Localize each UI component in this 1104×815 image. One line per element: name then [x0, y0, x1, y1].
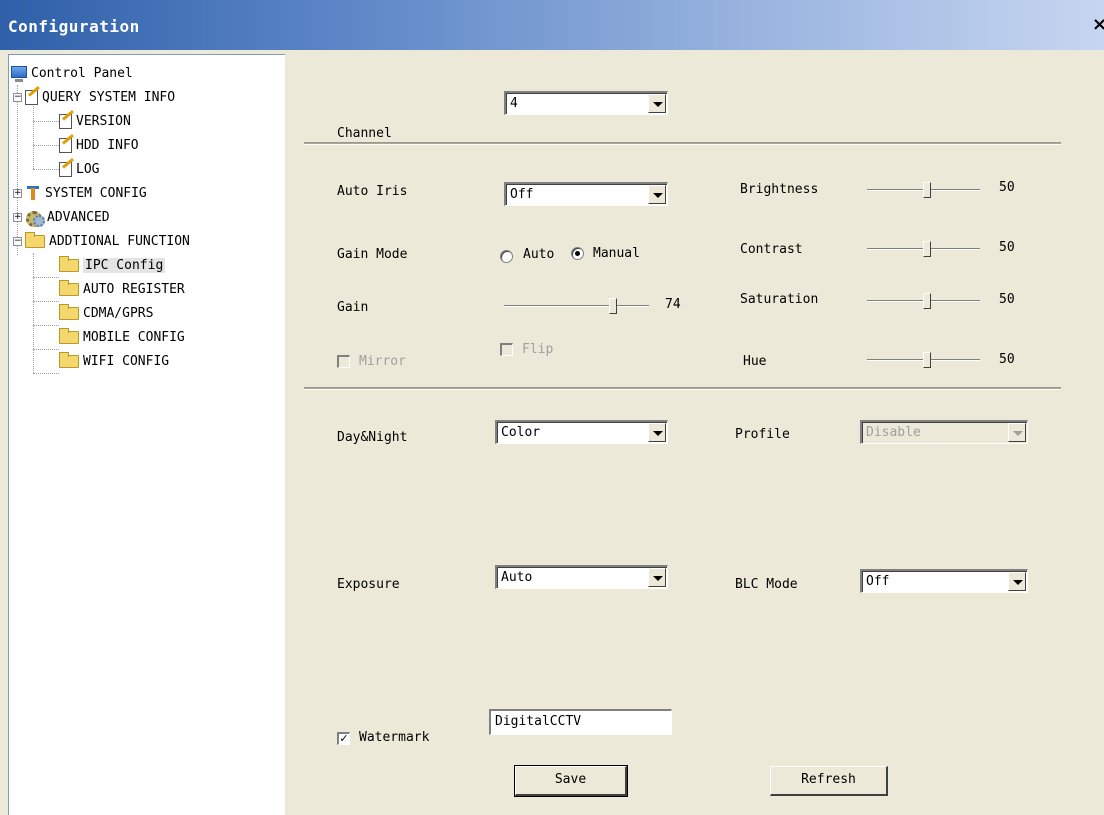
folder-icon [25, 231, 45, 248]
day-night-label: Day&Night [337, 430, 408, 445]
slider-thumb[interactable] [923, 352, 931, 368]
save-button[interactable]: Save [514, 765, 628, 797]
title-bar: Configuration × [0, 0, 1104, 50]
contrast-slider[interactable] [867, 238, 980, 258]
tree-item-query-system-info[interactable]: QUERY SYSTEM INFO [25, 85, 175, 109]
close-icon[interactable]: × [1092, 16, 1104, 36]
hue-label: Hue [743, 354, 767, 369]
folder-icon [59, 279, 79, 296]
folder-icon [59, 327, 79, 344]
gain-mode-manual-label: Manual [593, 246, 640, 261]
saturation-label: Saturation [740, 292, 819, 307]
tree-item-ipc-config[interactable]: IPC Config [59, 253, 166, 277]
tools-icon [25, 185, 41, 201]
separator [304, 142, 1061, 145]
channel-label: Channel [337, 126, 392, 141]
window-title: Configuration [8, 17, 140, 36]
brightness-slider[interactable] [867, 179, 980, 199]
tree-item-auto-register[interactable]: AUTO REGISTER [59, 277, 185, 301]
profile-select[interactable]: Disable [860, 420, 1028, 444]
watermark-label: Watermark [359, 730, 430, 745]
navigation-tree: Control Panel − QUERY SYSTEM INFO VERSIO… [8, 54, 285, 815]
edit-document-icon [59, 113, 72, 129]
flip-checkbox[interactable] [500, 343, 513, 356]
brightness-value: 50 [999, 180, 1015, 195]
chevron-down-icon[interactable] [648, 94, 666, 113]
tree-item-mobile-config[interactable]: MOBILE CONFIG [59, 325, 185, 349]
gain-mode-manual-radio[interactable] [571, 247, 584, 260]
tree-item-hdd-info[interactable]: HDD INFO [59, 133, 139, 157]
slider-thumb[interactable] [923, 293, 931, 309]
saturation-slider[interactable] [867, 290, 980, 310]
blc-mode-label: BLC Mode [735, 577, 798, 592]
slider-thumb[interactable] [609, 298, 617, 314]
mirror-checkbox[interactable] [337, 355, 350, 368]
edit-document-icon [59, 137, 72, 153]
collapse-icon[interactable]: − [13, 93, 22, 102]
blc-mode-select[interactable]: Off [860, 569, 1028, 593]
gain-mode-auto-radio[interactable] [500, 250, 513, 263]
slider-thumb[interactable] [923, 241, 931, 257]
expand-icon[interactable]: + [13, 189, 22, 198]
tree-item-version[interactable]: VERSION [59, 109, 131, 133]
saturation-value: 50 [999, 292, 1015, 307]
exposure-select[interactable]: Auto [495, 565, 668, 589]
refresh-button[interactable]: Refresh [770, 766, 888, 796]
chevron-down-icon[interactable] [648, 185, 666, 204]
gain-mode-auto-label: Auto [523, 247, 555, 262]
gain-slider[interactable] [504, 295, 649, 315]
chevron-down-icon[interactable] [648, 568, 666, 587]
edit-document-icon [25, 89, 38, 105]
gears-icon [25, 209, 45, 227]
folder-icon [59, 351, 79, 368]
contrast-label: Contrast [740, 242, 803, 257]
hue-value: 50 [999, 352, 1015, 367]
tree-item-log[interactable]: LOG [59, 157, 99, 181]
channel-select[interactable]: 4 [504, 91, 668, 115]
folder-open-icon [59, 255, 79, 272]
tree-item-advanced[interactable]: ADVANCED [25, 205, 110, 229]
chevron-down-icon[interactable] [1008, 423, 1026, 442]
flip-label: Flip [522, 342, 554, 357]
tree-item-additional-function[interactable]: ADDTIONAL FUNCTION [25, 229, 190, 253]
brightness-label: Brightness [740, 182, 819, 197]
auto-iris-label: Auto Iris [337, 184, 408, 199]
slider-thumb[interactable] [923, 182, 931, 198]
separator [304, 387, 1061, 390]
exposure-label: Exposure [337, 577, 400, 592]
folder-icon [59, 303, 79, 320]
profile-label: Profile [735, 427, 790, 442]
tree-item-control-panel[interactable]: Control Panel [11, 61, 133, 85]
mirror-label: Mirror [359, 354, 406, 369]
monitor-icon [11, 66, 27, 82]
hue-slider[interactable] [867, 349, 980, 369]
expand-icon[interactable]: + [13, 213, 22, 222]
tree-item-wifi-config[interactable]: WIFI CONFIG [59, 349, 169, 373]
watermark-text-input[interactable]: DigitalCCTV [489, 709, 672, 735]
day-night-select[interactable]: Color [495, 420, 668, 444]
ipc-config-panel: Channel 4 Auto Iris Off Brightness 50 Ga… [285, 54, 1104, 815]
chevron-down-icon[interactable] [1008, 572, 1026, 591]
watermark-checkbox[interactable]: ✓ [337, 732, 350, 745]
edit-document-icon [59, 161, 72, 177]
tree-item-cdma-gprs[interactable]: CDMA/GPRS [59, 301, 153, 325]
gain-label: Gain [337, 300, 369, 315]
gain-mode-label: Gain Mode [337, 247, 408, 262]
contrast-value: 50 [999, 240, 1015, 255]
tree-item-system-config[interactable]: SYSTEM CONFIG [25, 181, 147, 205]
chevron-down-icon[interactable] [648, 423, 666, 442]
auto-iris-select[interactable]: Off [504, 182, 668, 206]
collapse-icon[interactable]: − [13, 237, 22, 246]
gain-value: 74 [665, 297, 681, 312]
